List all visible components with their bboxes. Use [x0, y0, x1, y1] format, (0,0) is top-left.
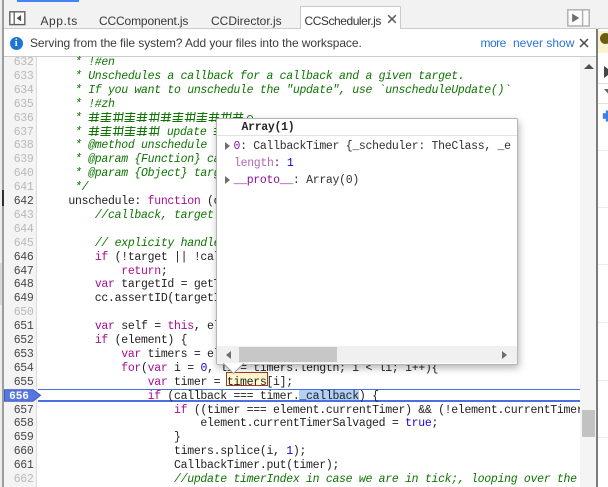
svg-text:656: 656	[9, 391, 29, 402]
